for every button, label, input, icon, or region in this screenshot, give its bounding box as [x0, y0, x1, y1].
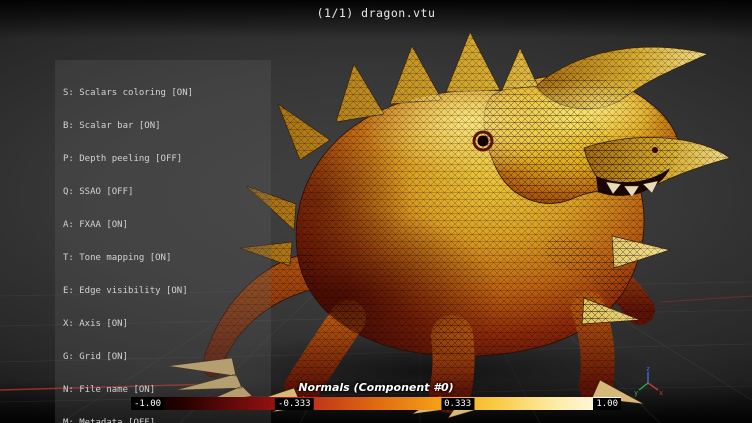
wireframe-mesh-overlay	[204, 32, 730, 392]
floor-axis-x-line-far	[660, 296, 752, 302]
y-axis-label: y	[634, 389, 638, 397]
file-name-text: (1/1) dragon.vtu	[0, 6, 752, 20]
cheat-sheet-line: M: Metadata [OFF]	[63, 418, 263, 423]
dragon-nostril	[652, 147, 658, 153]
scalar-bar-tick: 0.333	[441, 398, 474, 410]
scalar-bar-title: Normals (Component #0)	[131, 381, 621, 394]
cheat-sheet-line: Q: SSAO [OFF]	[63, 187, 263, 198]
cheat-sheet-line: X: Axis [ON]	[63, 319, 263, 330]
cheat-sheet-panel: S: Scalars coloring [ON] B: Scalar bar […	[55, 60, 271, 423]
scalar-bar-tick: -1.00	[131, 398, 164, 410]
scalar-bar-tick: 1.00	[593, 398, 621, 410]
cheat-sheet-line: E: Edge visibility [ON]	[63, 286, 263, 297]
cheat-sheet-line: P: Depth peeling [OFF]	[63, 154, 263, 165]
scalar-bar-gradient: -1.00 -0.333 0.333 1.00	[131, 397, 621, 410]
f3d-viewer-window: (1/1) dragon.vtu S: Scalars coloring [ON…	[0, 0, 752, 423]
cheat-sheet-line: T: Tone mapping [ON]	[63, 253, 263, 264]
scalar-bar: Normals (Component #0) -1.00 -0.333 0.33…	[131, 381, 621, 410]
scalar-bar-tick: -0.333	[275, 398, 314, 410]
z-axis-label: z	[646, 365, 650, 373]
cheat-sheet-line: A: FXAA [ON]	[63, 220, 263, 231]
cheat-sheet-line: G: Grid [ON]	[63, 352, 263, 363]
cheat-sheet-line: B: Scalar bar [ON]	[63, 121, 263, 132]
x-axis-label: x	[659, 389, 663, 397]
cheat-sheet-line: S: Scalars coloring [ON]	[63, 88, 263, 99]
orientation-axes-widget[interactable]: z x y	[630, 364, 666, 400]
